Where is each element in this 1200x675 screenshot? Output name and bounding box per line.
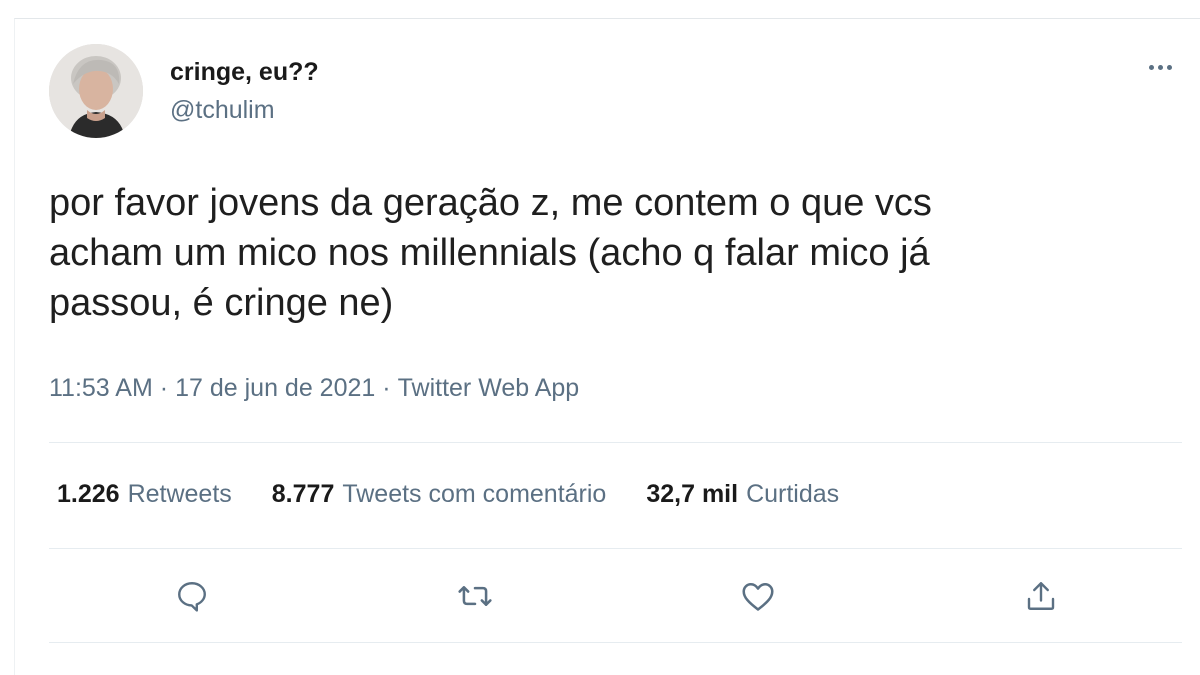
retweet-icon [458,586,492,606]
reply-icon [178,582,206,612]
more-options-icon[interactable] [1140,52,1180,82]
dot [1157,64,1163,70]
meta-separator: · [159,374,169,402]
likes-stat[interactable]: 32,7 mil Curtidas [646,480,839,509]
likes-count: 32,7 mil [646,480,739,508]
heart-icon [742,583,774,611]
retweet-button[interactable] [453,574,497,618]
likes-label: Curtidas [746,480,840,508]
tweet-stats: 1.226 Retweets 8.777 Tweets com comentário… [57,480,839,509]
like-button[interactable] [736,574,780,618]
dot [1148,64,1154,70]
divider [49,642,1182,643]
retweets-stat[interactable]: 1.226 Retweets [57,480,232,509]
author-name[interactable]: cringe, eu?? [170,58,319,87]
tweet-metadata: 11:53 AM · 17 de jun de 2021 · Twitter Web A… [49,374,579,403]
dot [1166,64,1172,70]
divider [49,548,1182,549]
quotes-count: 8.777 [271,480,335,508]
retweets-label: Retweets [127,480,232,508]
tweet-date[interactable]: 17 de jun de 2021 [175,374,375,402]
tweet-source[interactable]: Twitter Web App [398,374,580,402]
tweet-text: por favor jovens da geração z, me contem… [49,182,932,324]
reply-button[interactable] [170,574,214,618]
divider [49,442,1182,443]
author-handle[interactable]: @tchulim [170,96,275,125]
avatar[interactable] [49,44,143,138]
tweet-time[interactable]: 11:53 AM [49,374,153,402]
quotes-stat[interactable]: 8.777 Tweets com comentário [272,480,607,509]
share-button[interactable] [1019,574,1063,618]
retweets-count: 1.226 [57,480,120,508]
quotes-label: Tweets com comentário [342,480,607,508]
meta-separator: · [382,374,391,402]
share-icon [1027,582,1055,610]
